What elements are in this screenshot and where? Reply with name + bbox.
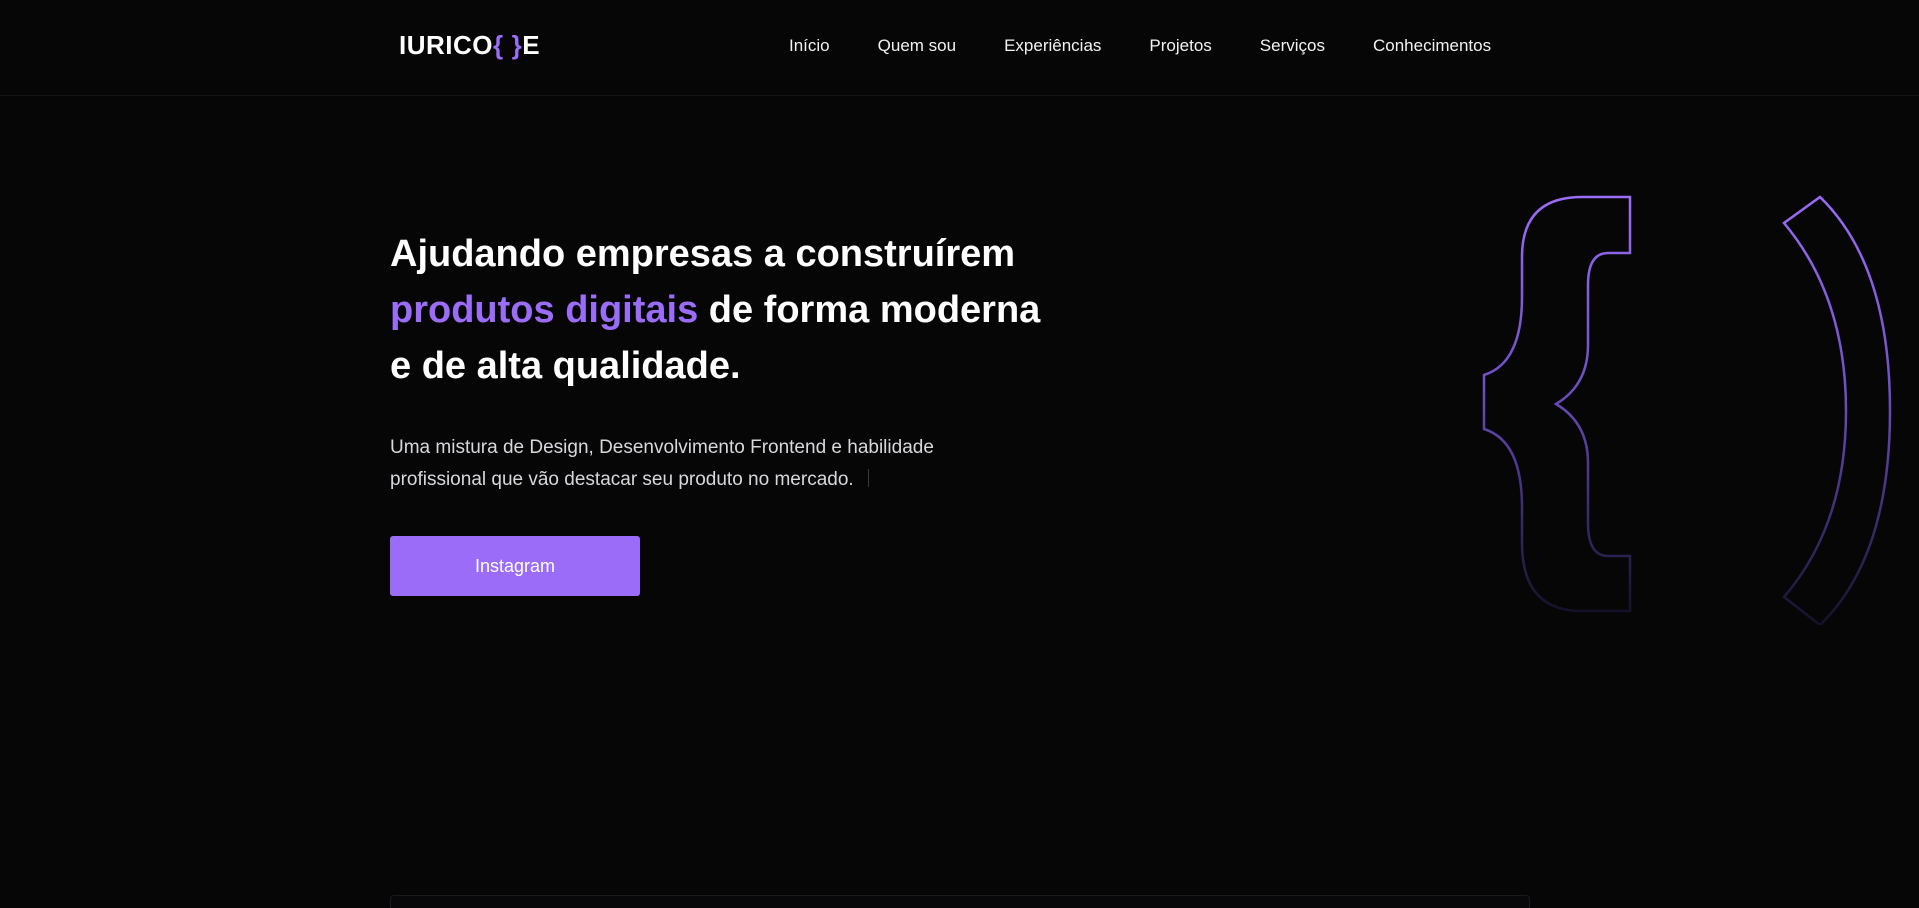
hero-title-accent: produtos digitais	[390, 289, 699, 331]
nav-item-conhecimentos[interactable]: Conhecimentos	[1373, 35, 1491, 57]
paren-right-shape	[1782, 195, 1892, 625]
hero-subtitle-text: Uma mistura de Design, Desenvolvimento F…	[390, 437, 934, 490]
section-card	[390, 895, 1530, 908]
page: IURICO{}E Início Quem sou Experiências P…	[0, 0, 1919, 908]
main-nav: Início Quem sou Experiências Projetos Se…	[789, 35, 1491, 57]
instagram-button[interactable]: Instagram	[390, 536, 640, 596]
logo-brace-close: }	[511, 30, 523, 60]
nav-item-experiencias[interactable]: Experiências	[1004, 35, 1101, 57]
text-caret	[867, 469, 869, 487]
logo-prefix: IURICO	[399, 30, 493, 60]
nav-item-inicio[interactable]: Início	[789, 35, 830, 57]
logo-suffix: E	[522, 30, 541, 60]
hero-title-part1: Ajudando empresas a construírem	[390, 233, 1016, 275]
nav-item-projetos[interactable]: Projetos	[1149, 35, 1211, 57]
curly-braces-icon	[1482, 195, 1892, 625]
hero-subtitle: Uma mistura de Design, Desenvolvimento F…	[390, 432, 990, 496]
brace-left-shape	[1482, 195, 1632, 613]
nav-item-quem-sou[interactable]: Quem sou	[878, 35, 956, 57]
site-header: IURICO{}E Início Quem sou Experiências P…	[0, 0, 1919, 96]
logo-brace-open: {	[493, 30, 504, 60]
logo[interactable]: IURICO{}E	[399, 30, 540, 60]
hero-title: Ajudando empresas a construírem produtos…	[390, 226, 1070, 394]
nav-item-servicos[interactable]: Serviços	[1260, 35, 1325, 57]
